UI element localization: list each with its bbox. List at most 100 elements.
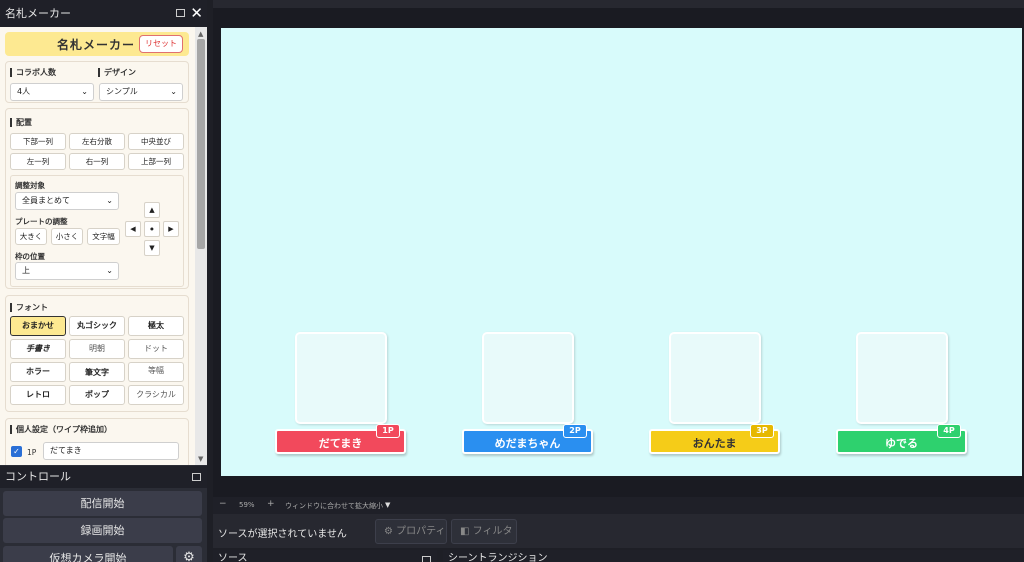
font-label: フォント — [10, 303, 48, 312]
personal-settings-card: 個人設定（ワイプ枠追加） ✓ 1P だてまき — [5, 418, 189, 465]
font-monospace-button[interactable]: 等幅 — [128, 362, 184, 382]
design-label: デザイン — [98, 68, 136, 77]
font-handwriting-button[interactable]: 手書き — [10, 339, 66, 359]
player-badge-3p: 3P — [750, 424, 774, 438]
scroll-down-icon[interactable]: ▼ — [198, 455, 203, 463]
player-1-tag: 1P — [27, 448, 37, 457]
move-up-button[interactable]: ▲ — [144, 202, 160, 218]
font-classical-button[interactable]: クラシカル — [128, 385, 184, 405]
start-recording-button[interactable]: 録画開始 — [3, 518, 202, 543]
properties-button[interactable]: ⚙ プロパティ — [375, 519, 447, 544]
controls-title: コントロール — [5, 470, 71, 483]
dock-title: 名札メーカー — [5, 7, 71, 20]
wipe-frame-1p — [295, 332, 387, 424]
chevron-down-icon: ⌄ — [106, 266, 113, 275]
font-auto-button[interactable]: おまかせ — [10, 316, 66, 336]
wipe-frame-2p — [482, 332, 574, 424]
filter-icon: ◧ — [460, 526, 470, 537]
float-dock-icon[interactable] — [176, 9, 185, 17]
filters-button[interactable]: ◧ フィルタ — [451, 519, 517, 544]
preview-canvas[interactable]: だてまき 1P めだまちゃん 2P おんたま 3P ゆでる 4P — [221, 28, 1022, 476]
sources-dock-title: ソース — [218, 553, 248, 562]
controls-titlebar: コントロール — [0, 466, 207, 488]
design-select[interactable]: シンプル ⌄ — [99, 83, 183, 101]
layout-card: 配置 下部一列 左右分散 中央並び 左一列 右一列 上部一列 調整対象 全員まと… — [5, 108, 189, 289]
no-source-selected-text: ソースが選択されていません — [218, 529, 347, 540]
layout-top-row-button[interactable]: 上部一列 — [128, 153, 184, 170]
personal-settings-label: 個人設定（ワイプ枠追加） — [10, 425, 112, 434]
fit-to-window-label[interactable]: ウィンドウに合わせて拡大縮小 — [285, 501, 383, 511]
frame-position-label: 枠の位置 — [15, 252, 45, 261]
layout-center-button[interactable]: 中央並び — [128, 133, 184, 150]
font-mincho-button[interactable]: 明朝 — [69, 339, 125, 359]
header-card: 名札メーカー リセット — [5, 32, 189, 56]
panel-title: 名札メーカー — [57, 38, 136, 52]
float-dock-icon[interactable] — [192, 473, 201, 481]
player-badge-2p: 2P — [563, 424, 587, 438]
collab-count-select[interactable]: 4人 ⌄ — [10, 83, 94, 101]
frame-position-select[interactable]: 上 ⌄ — [15, 262, 119, 280]
gear-icon: ⚙ — [183, 550, 195, 562]
zoom-in-button[interactable]: + — [267, 499, 275, 509]
adjust-target-select[interactable]: 全員まとめて ⌄ — [15, 192, 119, 210]
layout-left-column-button[interactable]: 左一列 — [10, 153, 66, 170]
reset-button[interactable]: リセット — [139, 35, 183, 53]
chevron-down-icon: ⌄ — [106, 196, 113, 205]
scrollbar-thumb[interactable] — [197, 39, 205, 249]
scene-transitions-dock-title: シーントランジション — [448, 553, 548, 562]
preview-zoom-bar: − 59% + ウィンドウに合わせて拡大縮小 ▼ — [213, 497, 1024, 514]
plate-text-width-button[interactable]: 文字幅 — [87, 228, 120, 245]
player-1-enable-checkbox[interactable]: ✓ — [11, 446, 22, 457]
font-pop-button[interactable]: ポップ — [69, 385, 125, 405]
move-center-button[interactable]: ● — [144, 221, 160, 237]
chevron-down-icon: ⌄ — [81, 87, 88, 96]
obs-window: 名札メーカー ✕ 名札メーカー リセット コラボ人数 デザイン 4人 ⌄ シンプル… — [0, 0, 1024, 562]
nametag-panel: 名札メーカー リセット コラボ人数 デザイン 4人 ⌄ シンプル ⌄ 配置 下部一列… — [0, 27, 195, 465]
font-horror-button[interactable]: ホラー — [10, 362, 66, 382]
sources-dock: ソース — [213, 550, 437, 562]
layout-bottom-row-button[interactable]: 下部一列 — [10, 133, 66, 150]
scroll-up-icon[interactable]: ▲ — [198, 30, 203, 38]
float-dock-icon[interactable] — [422, 556, 431, 562]
player-1-name-input[interactable]: だてまき — [43, 442, 179, 460]
player-badge-4p: 4P — [937, 424, 961, 438]
virtual-camera-settings-button[interactable]: ⚙ — [176, 546, 202, 562]
plate-adjust-label: プレートの調整 — [15, 217, 68, 226]
font-brush-button[interactable]: 筆文字 — [69, 362, 125, 382]
wipe-frame-4p — [856, 332, 948, 424]
panel-scrollbar[interactable]: ▲ ▼ — [195, 27, 207, 465]
close-icon[interactable]: ✕ — [190, 0, 203, 27]
font-card: フォント おまかせ 丸ゴシック 極太 手書き 明朝 ドット ホラー 筆文字 等幅… — [5, 295, 189, 412]
move-down-button[interactable]: ▼ — [144, 240, 160, 256]
collab-design-card: コラボ人数 デザイン 4人 ⌄ シンプル ⌄ — [5, 61, 189, 103]
plate-bigger-button[interactable]: 大きく — [15, 228, 47, 245]
gear-icon: ⚙ — [384, 526, 393, 537]
player-badge-1p: 1P — [376, 424, 400, 438]
collab-label: コラボ人数 — [10, 68, 56, 77]
font-round-gothic-button[interactable]: 丸ゴシック — [69, 316, 125, 336]
plate-smaller-button[interactable]: 小さく — [51, 228, 83, 245]
layout-right-column-button[interactable]: 右一列 — [69, 153, 125, 170]
nametag-maker-dock: 名札メーカー ✕ 名札メーカー リセット コラボ人数 デザイン 4人 ⌄ シンプル… — [0, 0, 207, 466]
zoom-options-dropdown[interactable]: ▼ — [385, 501, 390, 509]
adjust-target-label: 調整対象 — [15, 181, 45, 190]
preview-top-strip — [213, 0, 1024, 8]
dock-titlebar: 名札メーカー ✕ — [0, 0, 207, 27]
zoom-level: 59% — [239, 501, 255, 509]
move-right-button[interactable]: ▶ — [163, 221, 179, 237]
source-context-bar: ソースが選択されていません ⚙ プロパティ ◧ フィルタ — [213, 514, 1024, 548]
start-streaming-button[interactable]: 配信開始 — [3, 491, 202, 516]
font-extra-bold-button[interactable]: 極太 — [128, 316, 184, 336]
adjust-box: 調整対象 全員まとめて ⌄ プレートの調整 大きく 小さく 文字幅 枠の位置 上 ⌄… — [10, 175, 184, 287]
chevron-down-icon: ⌄ — [170, 87, 177, 96]
move-left-button[interactable]: ◀ — [125, 221, 141, 237]
zoom-out-button[interactable]: − — [219, 499, 227, 509]
start-virtual-camera-button[interactable]: 仮想カメラ開始 — [3, 546, 173, 562]
scene-transitions-dock: シーントランジション — [443, 550, 1024, 562]
layout-split-button[interactable]: 左右分散 — [69, 133, 125, 150]
font-retro-button[interactable]: レトロ — [10, 385, 66, 405]
wipe-frame-3p — [669, 332, 761, 424]
layout-label: 配置 — [10, 118, 32, 127]
controls-dock: コントロール 配信開始 録画開始 仮想カメラ開始 ⚙ — [0, 466, 207, 562]
font-dot-button[interactable]: ドット — [128, 339, 184, 359]
